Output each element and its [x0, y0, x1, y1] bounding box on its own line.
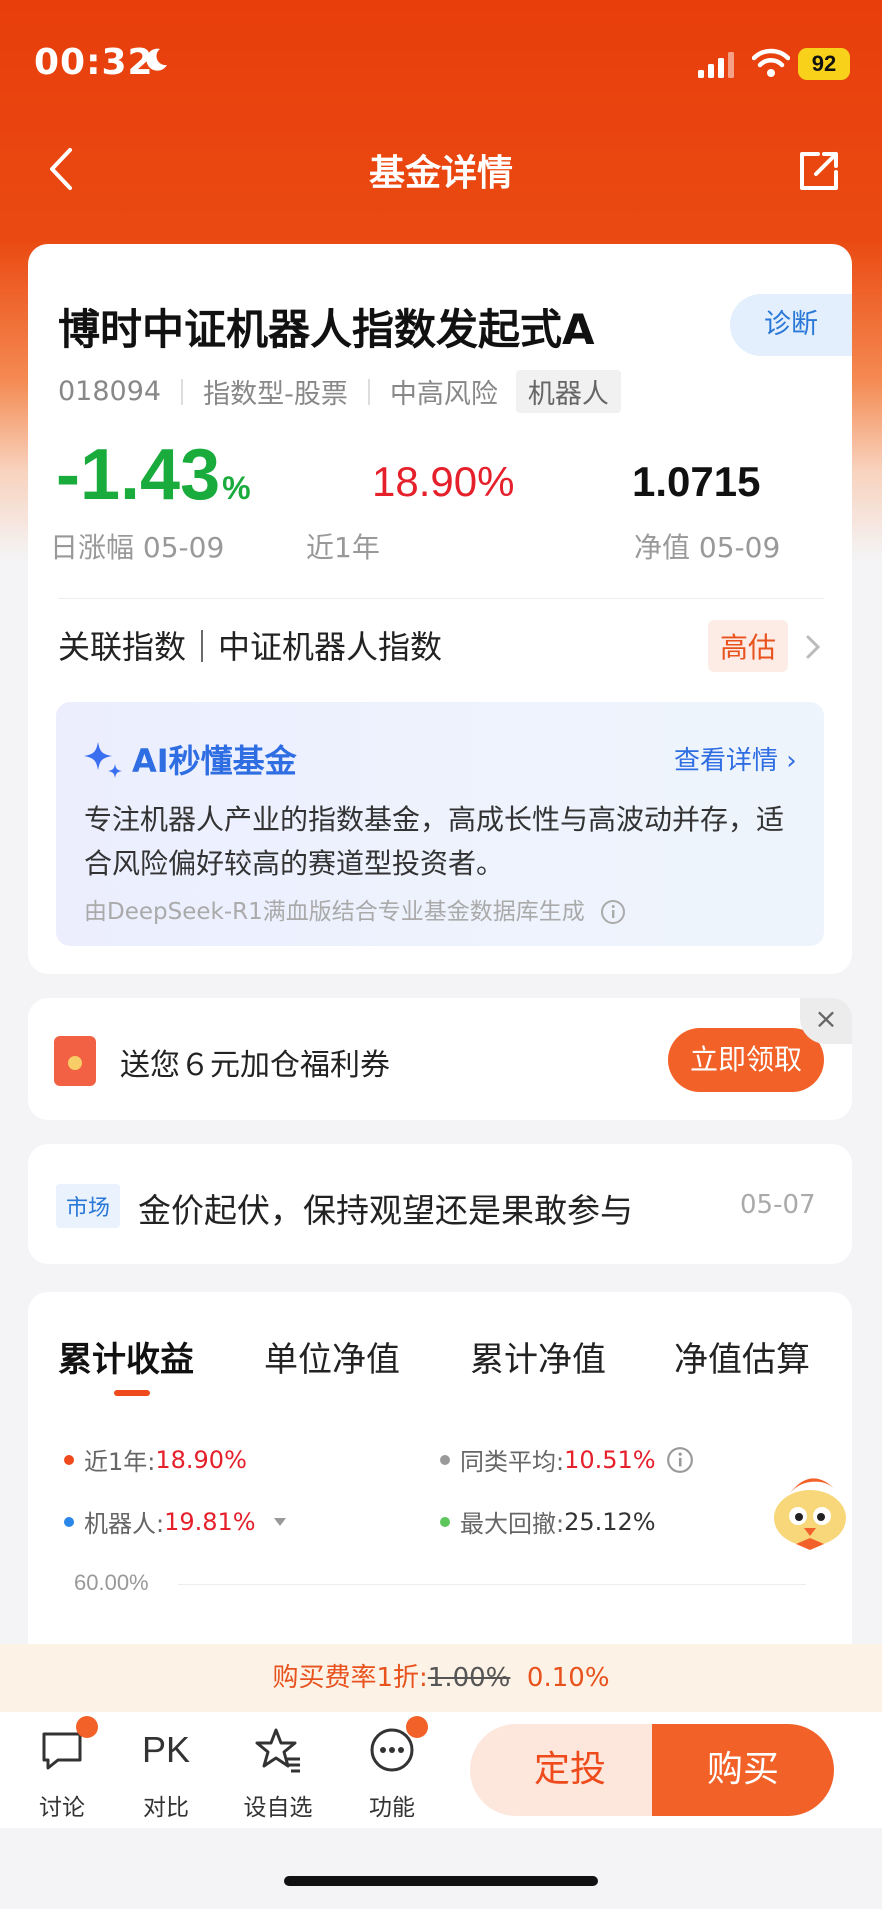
- fee-discounted: 0.10%: [526, 1663, 610, 1693]
- fund-summary-card: 博时中证机器人指数发起式A 诊断 018094 指数型-股票 中高风险 机器人 …: [28, 244, 852, 974]
- legend-dot: [64, 1454, 74, 1465]
- chevron-right-icon: ›: [786, 746, 797, 776]
- compare-label: 对比: [143, 1795, 189, 1821]
- fund-code: 018094: [58, 376, 162, 407]
- fund-risk: 中高风险: [389, 379, 498, 410]
- claim-coupon-button[interactable]: 立即领取: [668, 1028, 824, 1092]
- home-indicator[interactable]: [284, 1876, 598, 1886]
- divider: [367, 378, 370, 405]
- coupon-card: 送您６元加仓福利券 立即领取 ×: [28, 998, 852, 1120]
- buy-button[interactable]: 购买: [652, 1724, 834, 1816]
- compare-button[interactable]: PK 对比: [126, 1726, 206, 1822]
- sparkle-icon: [84, 742, 122, 778]
- ai-title: AI秒懂基金: [132, 742, 297, 780]
- legend-drawdown-label: 最大回撤:: [460, 1510, 565, 1538]
- legend-dot: [440, 1516, 450, 1527]
- ai-details-link[interactable]: 查看详情 ›: [674, 740, 797, 777]
- close-icon[interactable]: ×: [800, 998, 852, 1044]
- fee-original: 1.00%: [427, 1663, 511, 1693]
- fund-meta: 018094 指数型-股票 中高风险 机器人: [58, 370, 621, 413]
- battery-indicator: 92: [798, 48, 850, 80]
- page-title: 基金详情: [368, 153, 513, 194]
- news-title: 金价起伏，保持观望还是果敢参与: [138, 1191, 633, 1230]
- y-axis-label: 60.00%: [74, 1570, 149, 1595]
- grid-line: [178, 1584, 806, 1585]
- discuss-button[interactable]: 讨论: [22, 1716, 102, 1822]
- legend-peer-label: 同类平均:: [460, 1448, 565, 1476]
- fee-label: 购买费率1折:: [272, 1663, 428, 1693]
- status-bar: 00:32 92: [0, 0, 882, 120]
- tab-unit-nav[interactable]: 单位净值: [264, 1332, 400, 1381]
- pk-icon: PK: [142, 1729, 191, 1770]
- signal-icon: [698, 52, 734, 78]
- ai-source-text: 由DeepSeek-R1满血版结合专业基金数据库生成: [84, 899, 585, 925]
- legend-index-value: 19.81%: [164, 1507, 256, 1536]
- share-icon[interactable]: [796, 148, 842, 194]
- ai-source-note: 由DeepSeek-R1满血版结合专业基金数据库生成: [84, 892, 626, 926]
- wifi-icon: [752, 48, 790, 77]
- tab-cumulative-return[interactable]: 累计收益: [58, 1332, 194, 1381]
- nav-label: 净值 05-09: [634, 531, 781, 564]
- mascot-icon[interactable]: [766, 1460, 862, 1552]
- fund-name: 博时中证机器人指数发起式A: [58, 305, 595, 354]
- more-icon: [368, 1716, 428, 1774]
- caret-down-icon[interactable]: [272, 1516, 288, 1528]
- bottom-action-bar: 讨论 PK 对比 设自选 功能 定投 购买: [0, 1712, 882, 1828]
- legend-dot: [64, 1516, 74, 1527]
- tab-cumulative-nav[interactable]: 累计净值: [470, 1332, 606, 1381]
- notification-dot: [76, 1716, 98, 1738]
- functions-label: 功能: [369, 1795, 415, 1821]
- home-area: [0, 1828, 882, 1909]
- legend-year: 近1年: 18.90%: [64, 1442, 247, 1477]
- legend-max-drawdown: 最大回撤: 25.12%: [440, 1504, 656, 1539]
- coupon-text: 送您６元加仓福利券: [120, 1048, 390, 1083]
- divider: [181, 378, 184, 405]
- performance-card: 累计收益 单位净值 累计净值 净值估算 近1年: 18.90% 同类平均: 10.5…: [28, 1292, 852, 1692]
- fund-theme-tag[interactable]: 机器人: [515, 370, 621, 413]
- related-index-label[interactable]: 关联指数｜中证机器人指数: [58, 622, 442, 668]
- discuss-label: 讨论: [39, 1795, 85, 1821]
- legend-peer-average: 同类平均: 10.51%: [440, 1442, 694, 1477]
- divider: [58, 598, 824, 599]
- notification-dot: [406, 1716, 428, 1738]
- watchlist-label: 设自选: [243, 1795, 313, 1821]
- valuation-badge: 高估: [708, 620, 789, 672]
- legend-year-value: 18.90%: [155, 1445, 247, 1474]
- diagnose-button[interactable]: 诊断: [730, 294, 852, 356]
- tab-nav-estimate[interactable]: 净值估算: [674, 1332, 810, 1381]
- legend-dot: [440, 1454, 450, 1465]
- active-tab-indicator: [114, 1390, 150, 1396]
- daily-change-number: -1.43: [56, 435, 221, 515]
- ai-summary-text: 专注机器人产业的指数基金，高成长性与高波动并存，适合风险偏好较高的赛道型投资者。: [84, 803, 785, 880]
- daily-change-label: 日涨幅 05-09: [50, 531, 225, 564]
- ai-summary-box: AI秒懂基金 查看详情 › 专注机器人产业的指数基金，高成长性与高波动并存，适合…: [56, 702, 824, 946]
- legend-drawdown-value: 25.12%: [564, 1507, 656, 1536]
- year-return-value: 18.90%: [372, 458, 515, 505]
- fee-discount-banner[interactable]: 购买费率1折:1.00% 0.10%: [0, 1644, 882, 1712]
- info-icon[interactable]: [666, 1446, 694, 1474]
- legend-index-label: 机器人:: [84, 1510, 165, 1538]
- add-watchlist-button[interactable]: 设自选: [238, 1726, 318, 1822]
- star-icon: [254, 1726, 302, 1774]
- daily-change-unit: %: [222, 470, 251, 506]
- news-card[interactable]: 市场 金价起伏，保持观望还是果敢参与 05-07: [28, 1144, 852, 1264]
- red-envelope-icon: [54, 1036, 96, 1086]
- legend-index[interactable]: 机器人: 19.81%: [64, 1504, 288, 1539]
- news-date: 05-07: [740, 1190, 816, 1220]
- chat-icon: [38, 1716, 98, 1774]
- info-icon[interactable]: [600, 899, 626, 925]
- news-tag: 市场: [56, 1184, 121, 1228]
- daily-change-value: -1.43%: [56, 434, 251, 516]
- status-time: 00:32: [34, 42, 154, 83]
- ai-details-link-label: 查看详情: [674, 746, 779, 776]
- auto-invest-button[interactable]: 定投: [470, 1724, 670, 1816]
- nav-value: 1.0715: [632, 458, 761, 505]
- more-functions-button[interactable]: 功能: [352, 1716, 432, 1822]
- fund-type: 指数型-股票: [203, 379, 348, 410]
- year-return-label: 近1年: [306, 531, 380, 564]
- legend-year-label: 近1年:: [84, 1448, 156, 1476]
- legend-peer-value: 10.51%: [564, 1445, 656, 1474]
- chevron-right-icon[interactable]: [804, 634, 822, 660]
- moon-icon: [146, 48, 167, 71]
